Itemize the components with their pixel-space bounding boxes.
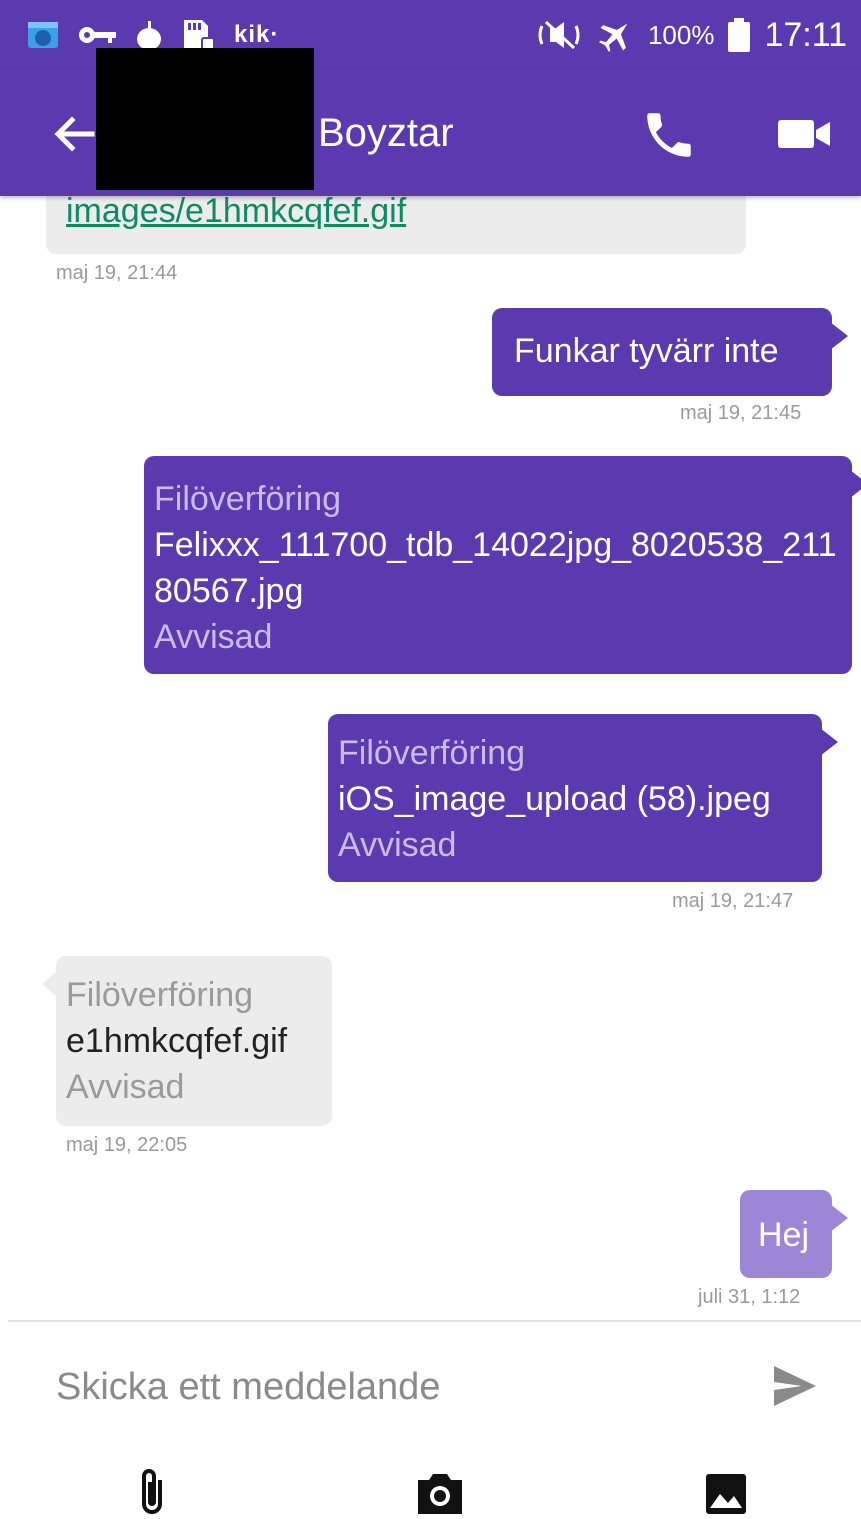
key-icon	[79, 27, 116, 43]
battery-percent: 100%	[647, 19, 715, 50]
file-transfer-label: Filöverföring	[66, 976, 254, 1014]
battery-icon	[728, 18, 751, 52]
message-bubble-outgoing-pending: Hej	[740, 1190, 848, 1278]
file-name: Felixxx_111700_tdb_14022jpg_8020538_2118…	[154, 526, 837, 610]
back-arrow-icon[interactable]	[48, 108, 100, 160]
sd-card-icon	[184, 20, 215, 51]
file-transfer-label: Filöverföring	[338, 734, 526, 772]
file-transfer-status: Avvisad	[338, 826, 457, 864]
kik-notification-label: kik·	[234, 21, 280, 48]
file-transfer-status: Avvisad	[66, 1068, 185, 1106]
message-text: Funkar tyvärr inte	[514, 332, 779, 370]
composer-divider	[8, 1320, 861, 1322]
message-text: Hej	[758, 1216, 810, 1254]
apple-icon	[137, 21, 161, 50]
file-transfer-bubble-outgoing: Filöverföring Felixxx_111700_tdb_14022jp…	[144, 456, 861, 674]
gallery-notification-icon	[28, 22, 58, 48]
image-icon[interactable]	[704, 1472, 748, 1516]
message-link[interactable]: images/e1hmkcqfef.gif	[66, 192, 406, 230]
message-timestamp: maj 19, 21:44	[56, 262, 178, 284]
file-transfer-bubble-outgoing: Filöverföring iOS_image_upload (58).jpeg…	[328, 714, 838, 882]
phone-call-icon[interactable]	[640, 106, 698, 164]
contact-name[interactable]: Boyztar	[318, 108, 454, 158]
file-transfer-label: Filöverföring	[154, 480, 342, 518]
chat-header: Boyztar	[0, 48, 861, 196]
redaction-box	[96, 48, 314, 190]
file-transfer-bubble-incoming: Filöverföring e1hmkcqfef.gif Avvisad	[42, 956, 332, 1126]
message-timestamp: maj 19, 21:47	[672, 890, 794, 912]
mute-icon	[538, 20, 580, 50]
message-input[interactable]: Skicka ett meddelande	[56, 1362, 736, 1412]
file-name: iOS_image_upload (58).jpeg	[338, 780, 771, 818]
camera-icon[interactable]	[414, 1470, 466, 1516]
file-name: e1hmkcqfef.gif	[66, 1022, 288, 1060]
airplane-mode-icon	[598, 23, 628, 52]
file-transfer-status: Avvisad	[154, 618, 273, 656]
message-bubble-outgoing: Funkar tyvärr inte	[492, 308, 848, 396]
status-time: 17:11	[764, 15, 847, 54]
message-timestamp: juli 31, 1:12	[698, 1286, 801, 1308]
message-timestamp: maj 19, 22:05	[66, 1134, 188, 1156]
send-icon[interactable]	[772, 1364, 818, 1408]
attachment-icon[interactable]	[136, 1466, 170, 1516]
message-timestamp: maj 19, 21:45	[680, 402, 802, 424]
video-call-icon[interactable]	[776, 114, 832, 154]
